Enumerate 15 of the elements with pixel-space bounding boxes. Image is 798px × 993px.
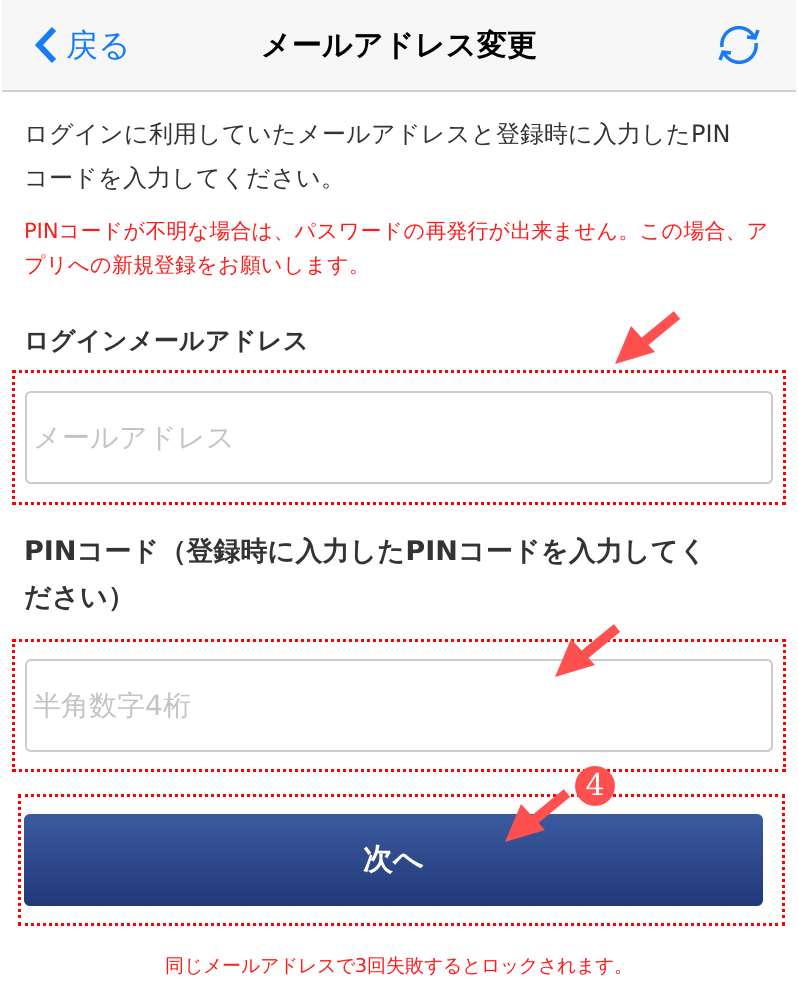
field-label: PINコード（登録時に入力したPINコードを入力してください）	[24, 534, 708, 614]
next-button[interactable]: 次へ	[24, 814, 763, 906]
back-chevron-icon	[34, 25, 58, 65]
pin-field[interactable]: 半角数字4桁	[25, 658, 773, 752]
instruction-text: ログインに利用していたメールアドレスと登録時に入力したPINコードを入力してください。	[23, 119, 732, 194]
annotation-arrow	[553, 622, 623, 678]
lock-warning-text: 同じメールアドレスで3回失敗するとロックされます。	[164, 954, 634, 978]
screen-title: メールアドレス変更	[261, 26, 537, 64]
warning-text: PINコードが不明な場合は、パスワードの再発行が出来ません。この場合、アプリへの新規登録をお願いします。	[23, 218, 770, 279]
field-label: ログインメールアドレス	[24, 325, 309, 357]
annotation-arrow	[613, 310, 683, 366]
back-button[interactable]: 戻る	[34, 21, 131, 69]
step-number-badge: 4	[575, 766, 615, 806]
email-field[interactable]: メールアドレス	[25, 390, 773, 484]
annotation-arrow	[503, 788, 573, 844]
